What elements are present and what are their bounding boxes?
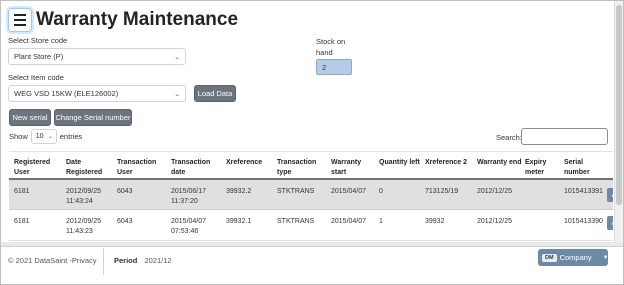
table-cell: 1 xyxy=(379,218,383,225)
search-label: Search: xyxy=(496,133,522,142)
stock-label: Stock on hand xyxy=(316,37,346,57)
column-header[interactable]: Quantity left xyxy=(379,158,421,168)
item-select[interactable]: WEG VSD 15KW (ELE126002) ⌄ xyxy=(8,85,186,102)
company-badge: DM xyxy=(542,253,557,262)
row-action-button[interactable]: A xyxy=(607,188,613,202)
table-row[interactable]: 6181 2012/09/25 11:43:24 6043 2015/06/17… xyxy=(9,180,613,210)
table-cell: 6181 xyxy=(14,188,30,195)
column-header[interactable]: Transaction type xyxy=(277,158,327,177)
column-header[interactable]: Registered User xyxy=(14,158,59,177)
table-cell: 1015413391 xyxy=(564,188,603,195)
period-value: 2021/12 xyxy=(144,256,172,265)
column-header[interactable]: Xreference 2 xyxy=(425,158,470,168)
chevron-down-icon: ⌄ xyxy=(174,54,180,61)
table-cell: 6181 xyxy=(14,218,30,225)
change-serial-button[interactable]: Change Serial number xyxy=(54,109,132,126)
chevron-down-icon: ⌄ xyxy=(47,134,53,140)
column-header[interactable]: Expiry meter xyxy=(525,158,560,177)
table-cell: 2012/09/25 11:43:23 xyxy=(66,218,102,235)
column-header[interactable]: Xreference xyxy=(226,158,276,168)
column-header[interactable]: Warranty end xyxy=(477,158,522,168)
chevron-down-icon: ⌄ xyxy=(174,91,180,98)
caret-down-icon: ▼ xyxy=(602,254,609,261)
table-cell: 1015413390 xyxy=(564,218,603,225)
table-cell: 6043 xyxy=(117,218,133,225)
entries-value: 10 xyxy=(35,133,44,140)
table-divider xyxy=(9,151,613,152)
table-cell: 6043 xyxy=(117,188,133,195)
entries-label: entries xyxy=(59,132,83,141)
company-dropdown-button[interactable]: DM Company ▼ xyxy=(538,249,609,266)
column-header[interactable]: Date Registered xyxy=(66,158,111,177)
table-cell: 2015/06/17 11:37:20 xyxy=(171,188,207,205)
table-cell: 0 xyxy=(379,188,383,195)
hamburger-menu-icon[interactable] xyxy=(8,8,32,32)
table-cell: 2012/09/25 11:43:24 xyxy=(66,188,102,205)
period-display: Period 2021/12 xyxy=(114,256,172,265)
table-cell: STKTRANS xyxy=(277,218,315,225)
table-cell: 713125/19 xyxy=(425,188,459,195)
stock-on-hand-field: 2 xyxy=(316,59,352,75)
new-serial-button[interactable]: New serial xyxy=(9,109,51,126)
company-label: Company xyxy=(559,253,592,262)
table-cell: 39932.2 xyxy=(226,188,252,195)
table-cell: 39932 xyxy=(425,218,445,225)
page-header: Warranty Maintenance xyxy=(8,8,238,32)
row-action-button[interactable]: A xyxy=(607,216,613,230)
scrollbar-thumb[interactable] xyxy=(616,5,622,205)
table-cell: 2012/12/25 xyxy=(477,218,513,225)
entries-control: Show 10 ⌄ entries xyxy=(9,129,82,144)
table-cell: 39932.1 xyxy=(226,218,252,225)
column-header[interactable]: Warranty start xyxy=(331,158,376,177)
table-cell: 2015/04/07 xyxy=(331,218,367,225)
store-select-value: Plant Store (P) xyxy=(14,52,64,61)
load-data-button[interactable]: Load Data xyxy=(194,85,236,102)
store-label: Select Store code xyxy=(8,36,68,45)
main-content: Warranty Maintenance Select Store code P… xyxy=(1,1,613,242)
table-cell: 2015/04/07 xyxy=(331,188,367,195)
copyright-text: © 2021 DataSaint - xyxy=(8,256,72,265)
page-title: Warranty Maintenance xyxy=(36,9,239,30)
footer-divider xyxy=(1,246,623,247)
column-header[interactable]: Serial number xyxy=(564,158,609,177)
entries-select[interactable]: 10 ⌄ xyxy=(30,129,57,144)
footer-copyright: © 2021 DataSaint - Privacy xyxy=(8,256,97,265)
column-header[interactable]: Transaction date xyxy=(171,158,221,177)
table-cell: STKTRANS xyxy=(277,188,315,195)
table-row[interactable]: 6181 2012/09/25 11:43:23 6043 2015/04/07… xyxy=(9,211,613,241)
privacy-link[interactable]: Privacy xyxy=(72,256,97,265)
show-label: Show xyxy=(9,132,28,141)
period-label: Period xyxy=(114,256,138,265)
search-input[interactable] xyxy=(521,128,608,145)
store-select[interactable]: Plant Store (P) ⌄ xyxy=(8,48,186,65)
item-label: Select Item code xyxy=(8,73,64,82)
footer-separator xyxy=(103,248,104,275)
item-select-value: WEG VSD 15KW (ELE126002) xyxy=(14,89,119,98)
table-cell: 2015/04/07 07:53:46 xyxy=(171,218,207,235)
column-header[interactable]: Transaction User xyxy=(117,158,162,177)
table-cell: 2012/12/25 xyxy=(477,188,513,195)
vertical-scrollbar[interactable] xyxy=(614,1,623,242)
